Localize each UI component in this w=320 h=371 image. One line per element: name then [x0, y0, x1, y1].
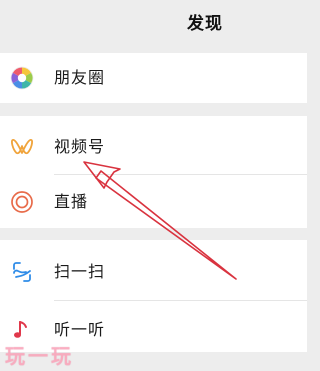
menu-item-moments-label: 朋友圈 — [54, 68, 106, 87]
page-title: 发现 — [187, 14, 223, 34]
menu-item-channels[interactable]: 视频号 直播 — [0, 116, 307, 228]
scan-icon — [13, 262, 31, 282]
menu-item-moments[interactable]: 朋友圈 — [0, 53, 307, 103]
menu-item-scan-label: 扫一扫 — [54, 262, 106, 281]
menu-item-live[interactable]: 直播 — [0, 175, 307, 228]
moments-icon — [10, 66, 34, 90]
listen-icon — [14, 321, 27, 338]
menu-item-scan[interactable]: 扫一扫 听一听 — [0, 240, 307, 352]
live-icon — [11, 191, 33, 213]
menu-item-listen-label: 听一听 — [54, 320, 106, 339]
menu-item-channels-label: 视频号 — [54, 137, 106, 156]
watermark-logo: 玩一玩 — [5, 344, 74, 368]
top-bar: 发现 — [0, 0, 307, 46]
menu-item-live-label: 直播 — [54, 192, 89, 211]
channels-icon — [11, 138, 33, 155]
